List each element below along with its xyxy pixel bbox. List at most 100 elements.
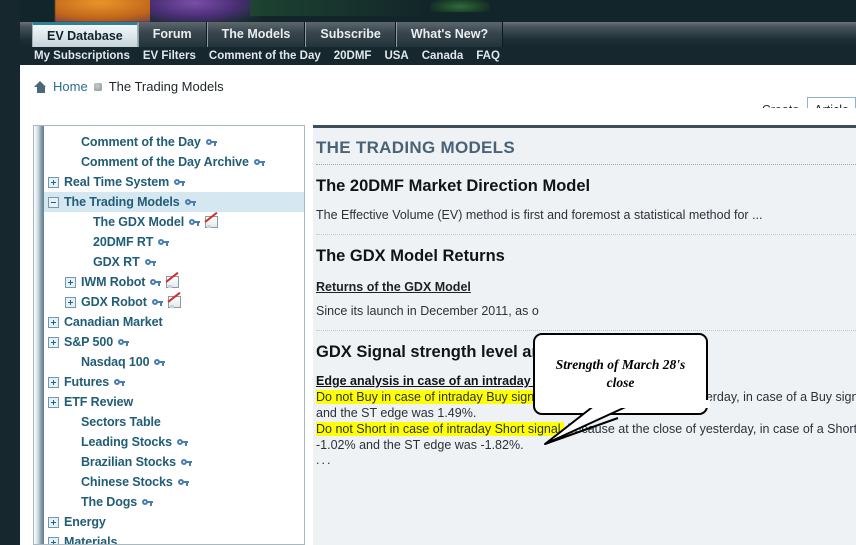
collapse-icon[interactable]: [48, 196, 59, 208]
secondary-nav-list: My Subscriptions EV Filters Comment of the…: [34, 47, 500, 65]
toggle-spacer: [65, 477, 76, 488]
expand-icon[interactable]: [48, 376, 59, 388]
sidebar-gutter: [34, 126, 44, 544]
toggle-spacer: [77, 237, 88, 248]
key-icon: [114, 378, 126, 387]
sidebar-item-leading-stocks[interactable]: Leading Stocks: [44, 432, 304, 452]
key-icon: [150, 278, 162, 287]
heading-gdx-model-returns: The GDX Model Returns: [316, 247, 505, 265]
highlight-do-not-short: Do not Short in case of intraday Short s…: [316, 422, 565, 436]
expand-icon[interactable]: [65, 276, 76, 288]
sidebar-item-futures[interactable]: Futures: [44, 372, 304, 392]
sidebar-item-real-time-system[interactable]: Real Time System: [44, 172, 304, 192]
sidebar-panel: Comment of the Day Comment of the Day Arc…: [33, 125, 305, 545]
sidebar-item-label[interactable]: Futures: [64, 375, 109, 389]
sidebar-item-the-trading-models[interactable]: The Trading Models: [44, 192, 304, 212]
sidebar-item-sectors-table[interactable]: Sectors Table: [44, 412, 304, 432]
page-body: Comment of the Day Comment of the Day Arc…: [20, 108, 856, 545]
sidebar-item-label[interactable]: Nasdaq 100: [81, 355, 150, 369]
subnav-item-ev-filters[interactable]: EV Filters: [143, 47, 196, 65]
subnav-item-faq[interactable]: FAQ: [476, 47, 500, 65]
expand-icon[interactable]: [48, 536, 59, 544]
sidebar-item-label[interactable]: Brazilian Stocks: [81, 455, 176, 469]
sidebar-item-comment-of-the-day[interactable]: Comment of the Day: [44, 132, 304, 152]
sidebar-item-20dmf-rt[interactable]: 20DMF RT: [44, 232, 304, 252]
sidebar-item-gdx-rt[interactable]: GDX RT: [44, 252, 304, 272]
ellipsis-more: ...: [316, 453, 333, 467]
key-icon: [142, 498, 154, 507]
callout-bubble: Strength of March 28's close: [533, 333, 708, 415]
sidebar-item-label[interactable]: GDX RT: [93, 255, 140, 269]
subnav-item-usa[interactable]: USA: [384, 47, 408, 65]
expand-icon[interactable]: [48, 516, 59, 528]
sidebar-item-label[interactable]: Chinese Stocks: [81, 475, 173, 489]
sidebar-item-label[interactable]: S&P 500: [64, 335, 113, 349]
tabbar-left-edge: [0, 22, 20, 47]
tab-what-s-new[interactable]: What's New?: [395, 22, 504, 47]
sidebar-item-label[interactable]: Comment of the Day Archive: [81, 155, 249, 169]
sidebar-item-label[interactable]: The Dogs: [81, 495, 137, 509]
tab-list: EV Database Forum The Models Subscribe What'…: [32, 22, 504, 47]
left-dark-rail: [0, 65, 20, 545]
sidebar-item-label[interactable]: 20DMF RT: [93, 235, 153, 249]
sidebar-item-canadian-market[interactable]: Canadian Market: [44, 312, 304, 332]
toggle-spacer: [65, 497, 76, 508]
tab-forum[interactable]: Forum: [137, 22, 207, 47]
sidebar-item-label[interactable]: ETF Review: [64, 395, 133, 409]
sidebar-item-label[interactable]: Leading Stocks: [81, 435, 172, 449]
subnav-item-comment-of-the-day[interactable]: Comment of the Day: [209, 47, 321, 65]
sidebar-item-label[interactable]: Energy: [64, 515, 106, 529]
expand-icon[interactable]: [48, 336, 59, 348]
sidebar-item-label[interactable]: IWM Robot: [81, 275, 145, 289]
toggle-spacer: [65, 457, 76, 468]
divider-3: [316, 330, 856, 331]
sidebar-item-chinese-stocks[interactable]: Chinese Stocks: [44, 472, 304, 492]
sidebar-item-label[interactable]: GDX Robot: [81, 295, 147, 309]
sidebar-item-the-dogs[interactable]: The Dogs: [44, 492, 304, 512]
divider-1: [316, 164, 856, 165]
toggle-spacer: [77, 257, 88, 268]
sidebar-item-etf-review[interactable]: ETF Review: [44, 392, 304, 412]
sidebar-item-the-gdx-model[interactable]: The GDX Model: [44, 212, 304, 232]
key-icon: [253, 158, 265, 167]
sidebar-item-label[interactable]: The Trading Models: [64, 195, 180, 209]
tab-the-models[interactable]: The Models: [206, 22, 306, 47]
home-icon: [34, 80, 47, 93]
sidebar-item-label[interactable]: Sectors Table: [81, 415, 161, 429]
tab-subscribe[interactable]: Subscribe: [305, 22, 396, 47]
expand-icon[interactable]: [48, 176, 59, 188]
sidebar-item-label[interactable]: Comment of the Day: [81, 135, 201, 149]
key-icon: [154, 358, 166, 367]
sidebar-item-label[interactable]: Canadian Market: [64, 315, 163, 329]
sidebar-item-iwm-robot[interactable]: IWM Robot: [44, 272, 304, 292]
sidebar-item-brazilian-stocks[interactable]: Brazilian Stocks: [44, 452, 304, 472]
sidebar-item-materials[interactable]: Materials: [44, 532, 304, 544]
chart-icon: [166, 276, 180, 288]
heading-20dmf-model: The 20DMF Market Direction Model: [316, 177, 591, 195]
expand-icon[interactable]: [48, 316, 59, 328]
expand-icon[interactable]: [48, 396, 59, 408]
sidebar-item-comment-of-the-day-archive[interactable]: Comment of the Day Archive: [44, 152, 304, 172]
sidebar-item-energy[interactable]: Energy: [44, 512, 304, 532]
sidebar-item-label[interactable]: Real Time System: [64, 175, 169, 189]
sidebar-item-label[interactable]: The GDX Model: [93, 215, 184, 229]
toggle-spacer: [77, 217, 88, 228]
subnav-item-my-subscriptions[interactable]: My Subscriptions: [34, 47, 130, 65]
link-returns-of-the-gdx-model[interactable]: Returns of the GDX Model: [316, 280, 471, 294]
sidebar-item-gdx-robot[interactable]: GDX Robot: [44, 292, 304, 312]
breadcrumb-home-link[interactable]: Home: [53, 79, 88, 94]
sidebar-item-nasdaq-100[interactable]: Nasdaq 100: [44, 352, 304, 372]
banner-artwork-green-glow: [430, 0, 490, 12]
key-icon: [177, 478, 189, 487]
key-icon: [184, 198, 196, 207]
sidebar-item-s-p-500[interactable]: S&P 500: [44, 332, 304, 352]
sidebar-nav-list: Comment of the Day Comment of the Day Arc…: [44, 126, 304, 544]
breadcrumb: Home The Trading Models: [20, 65, 856, 108]
sidebar-item-label[interactable]: Materials: [64, 535, 117, 544]
tab-ev-database[interactable]: EV Database: [32, 22, 138, 47]
expand-icon[interactable]: [65, 296, 76, 308]
subnav-item-20dmf[interactable]: 20DMF: [334, 47, 372, 65]
key-icon: [205, 138, 217, 147]
toggle-spacer: [65, 157, 76, 168]
subnav-item-canada[interactable]: Canada: [422, 47, 464, 65]
